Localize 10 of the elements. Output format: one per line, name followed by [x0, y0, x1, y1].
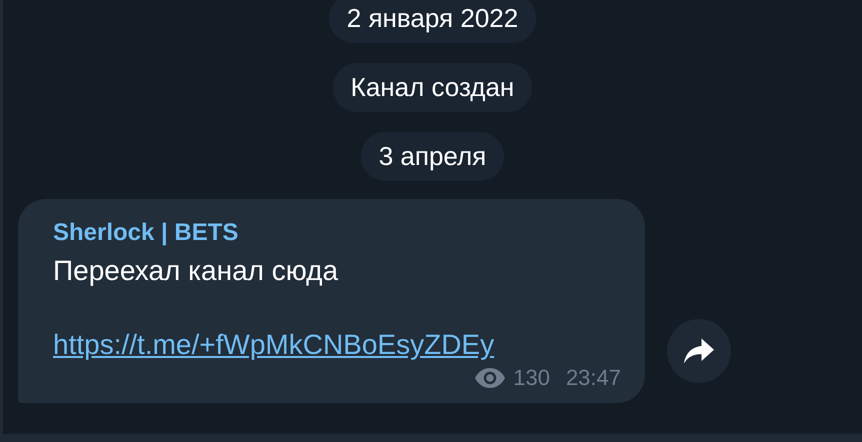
- forward-arrow-icon: [684, 338, 714, 364]
- view-count: 130: [513, 365, 550, 391]
- invite-link[interactable]: https://t.me/+fWpMkCNBoEsyZDEy: [53, 329, 621, 361]
- message-text: Переехал канал сюда: [53, 255, 340, 287]
- eye-icon: [475, 368, 506, 388]
- message-time: 23:47: [566, 365, 621, 391]
- service-message: 2 января 2022: [328, 0, 536, 43]
- service-message: 3 апреля: [360, 132, 504, 181]
- sender-name: Sherlock | BETS: [53, 219, 240, 247]
- service-message: Канал создан: [332, 63, 532, 112]
